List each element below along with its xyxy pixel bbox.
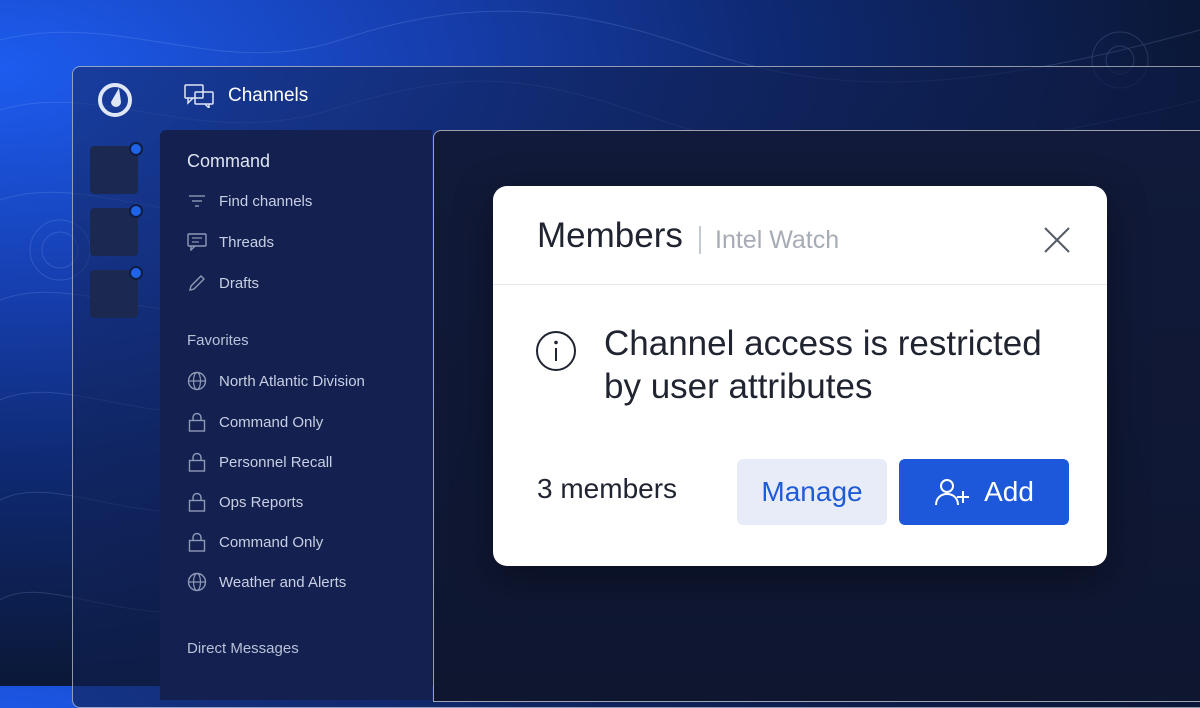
- sidebar-item-label: Ops Reports: [219, 493, 304, 511]
- sidebar-item-label: Drafts: [219, 274, 260, 292]
- member-count: 3 members: [537, 473, 678, 504]
- sidebar-item-label: Threads: [219, 233, 275, 251]
- pencil-icon: [189, 275, 205, 291]
- sidebar-item-ops-reports[interactable]: Ops Reports: [187, 492, 303, 512]
- app-logo-icon: [98, 83, 132, 117]
- close-icon[interactable]: [1041, 224, 1073, 256]
- unread-dot: [129, 266, 143, 280]
- team-button[interactable]: [90, 204, 143, 256]
- sidebar-item-command-only[interactable]: Command Only: [187, 412, 323, 432]
- threads-icon: [187, 233, 207, 251]
- access-restricted-notice: Channel access is restricted by user att…: [604, 324, 1042, 406]
- team-name: Command: [187, 151, 271, 171]
- unread-dot: [129, 142, 143, 156]
- team-sidebar: [90, 142, 143, 332]
- channels-icon: [184, 84, 214, 108]
- direct-messages-header: Direct Messages: [187, 640, 299, 657]
- globe-icon: [187, 572, 207, 592]
- header: Channels: [184, 84, 308, 108]
- team-button[interactable]: [90, 266, 143, 318]
- sidebar-item-drafts[interactable]: Drafts: [187, 273, 259, 293]
- sidebar-item-label: North Atlantic Division: [219, 372, 365, 390]
- sidebar-item-command-only-2[interactable]: Command Only: [187, 532, 323, 552]
- sidebar-item-label: Personnel Recall: [219, 453, 333, 471]
- lock-icon: [188, 452, 206, 472]
- sidebar-item-threads[interactable]: Threads: [187, 232, 274, 252]
- sidebar-item-label: Command Only: [219, 413, 324, 431]
- modal-subtitle: Intel Watch: [715, 226, 840, 254]
- lock-icon: [188, 532, 206, 552]
- header-title: Channels: [228, 85, 309, 106]
- lock-icon: [188, 412, 206, 432]
- sidebar-item-personnel-recall[interactable]: Personnel Recall: [187, 452, 332, 472]
- team-button[interactable]: [90, 142, 143, 194]
- sidebar-item-north-atlantic-division[interactable]: North Atlantic Division: [187, 371, 365, 391]
- sidebar-item-weather-and-alerts[interactable]: Weather and Alerts: [187, 572, 346, 592]
- sidebar-item-label: Command Only: [219, 533, 324, 551]
- filter-icon: [189, 195, 205, 207]
- sidebar-item-label: Find channels: [219, 192, 313, 210]
- sidebar-item-find-channels[interactable]: Find channels: [187, 191, 312, 211]
- modal-header: Members Intel Watch: [493, 186, 1107, 285]
- add-members-button[interactable]: Add: [899, 459, 1069, 525]
- lock-icon: [188, 492, 206, 512]
- modal-title: Members: [537, 216, 683, 255]
- info-icon: [536, 331, 576, 371]
- members-modal: Members Intel Watch Channel access is re…: [493, 186, 1107, 566]
- favorites-header: Favorites: [187, 332, 249, 349]
- unread-dot: [129, 204, 143, 218]
- manage-button[interactable]: Manage: [737, 459, 887, 525]
- sidebar-item-label: Weather and Alerts: [219, 573, 347, 591]
- add-button-label: Add: [984, 476, 1034, 507]
- add-user-icon: [935, 479, 970, 506]
- title-divider: [699, 226, 701, 254]
- globe-icon: [187, 371, 207, 391]
